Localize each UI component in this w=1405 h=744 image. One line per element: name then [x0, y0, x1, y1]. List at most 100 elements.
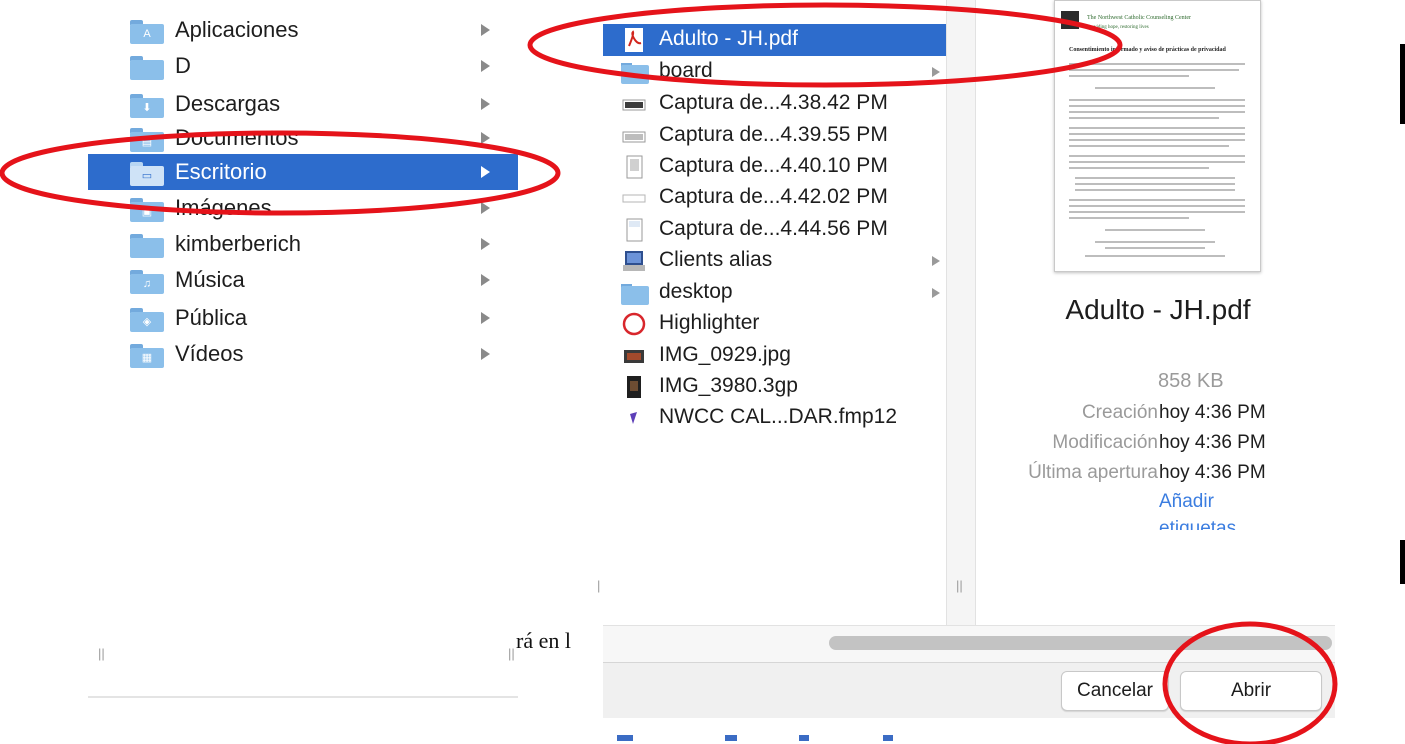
preview-file-size: 858 KB — [1158, 370, 1224, 392]
file-row-img-0929[interactable]: IMG_0929.jpg — [603, 340, 946, 372]
background-fragment — [725, 735, 737, 741]
file-row-label: Clients alias — [659, 248, 773, 271]
folder-icon — [621, 60, 649, 84]
preview-text-line — [1095, 241, 1215, 243]
preview-text-line — [1069, 199, 1245, 201]
horizontal-scrollbar[interactable] — [603, 625, 1335, 663]
meta-value-modificacion: hoy 4:36 PM — [1159, 432, 1266, 453]
preview-text-line — [1075, 177, 1235, 179]
chevron-right-icon — [932, 288, 940, 298]
preview-text-line — [1075, 183, 1235, 185]
meta-label-creacion: Creación — [1081, 402, 1158, 423]
column-resize-handle[interactable]: || — [508, 646, 515, 661]
preview-text-line — [1069, 217, 1189, 219]
preview-text-line — [1069, 167, 1209, 169]
screenshot-file-icon — [621, 186, 647, 210]
column-resize-handle[interactable]: | — [597, 578, 600, 593]
highlighter-app-icon — [621, 312, 647, 336]
folder-icon — [130, 56, 164, 80]
chevron-right-icon — [481, 166, 490, 178]
cancel-button[interactable]: Cancelar — [1061, 671, 1169, 711]
background-fragment — [883, 735, 893, 741]
file-row-board[interactable]: board — [603, 56, 946, 88]
preview-text-line — [1105, 229, 1205, 231]
file-row-captura-1[interactable]: Captura de...4.38.42 PM — [603, 88, 946, 120]
file-row-img-3980[interactable]: IMG_3980.3gp — [603, 371, 946, 403]
file-row-nwcc-calendar[interactable]: NWCC CAL...DAR.fmp12 — [603, 402, 946, 434]
file-row-label: board — [659, 59, 713, 82]
folder-row-label: Escritorio — [175, 159, 267, 184]
column-resize-handle[interactable]: || — [98, 646, 105, 661]
screenshot-file-icon — [621, 155, 647, 179]
preview-doc-subtitle: Providing hope, restoring lives — [1087, 25, 1149, 30]
background-edge-fragment — [1400, 540, 1405, 584]
chevron-right-icon — [481, 132, 490, 144]
folder-row-label: Imágenes — [175, 195, 272, 220]
filemaker-file-icon — [621, 406, 647, 430]
chevron-right-icon — [481, 202, 490, 214]
preview-text-line — [1069, 211, 1245, 213]
video-file-icon — [621, 375, 647, 399]
preview-text-line — [1095, 87, 1215, 89]
file-row-label: Captura de...4.44.56 PM — [659, 217, 888, 240]
folder-row-publica[interactable]: ◈ Pública — [88, 300, 518, 336]
folder-row-imagenes[interactable]: ▣ Imágenes — [88, 190, 518, 226]
scrollbar-thumb[interactable] — [829, 636, 1332, 650]
downloads-folder-icon: ⬇ — [130, 94, 164, 118]
left-folder-column: A Aplicaciones D ⬇ Descargas ▤ Documento… — [88, 0, 518, 672]
public-folder-icon: ◈ — [130, 308, 164, 332]
folder-row-descargas[interactable]: ⬇ Descargas — [88, 86, 518, 122]
preview-text-line — [1069, 63, 1245, 65]
preview-doc-title: The Northwest Catholic Counseling Center — [1087, 15, 1191, 21]
chevron-right-icon — [481, 274, 490, 286]
open-file-dialog: Adulto - JH.pdf board Captura de...4.38.… — [597, 0, 1335, 744]
preview-doc-heading: Consentimiento informado y aviso de prác… — [1069, 47, 1226, 53]
folder-row-aplicaciones[interactable]: A Aplicaciones — [88, 12, 518, 48]
column-resize-handle[interactable]: || — [956, 578, 963, 593]
preview-text-line — [1075, 189, 1235, 191]
alias-icon — [621, 249, 647, 273]
folder-row-d[interactable]: D — [88, 48, 518, 84]
file-row-label: IMG_3980.3gp — [659, 374, 798, 397]
folder-row-label: D — [175, 53, 191, 78]
add-tags-link-cont[interactable]: etiquetas — [1159, 516, 1236, 530]
add-tags-link[interactable]: Añadir — [1159, 491, 1214, 513]
folder-row-videos[interactable]: ▦ Vídeos — [88, 336, 518, 372]
open-button[interactable]: Abrir — [1180, 671, 1322, 711]
file-row-clients-alias[interactable]: Clients alias — [603, 245, 946, 277]
image-file-icon — [621, 344, 647, 368]
apps-folder-icon: A — [130, 20, 164, 44]
folder-row-kimberberich[interactable]: kimberberich — [88, 226, 518, 262]
music-folder-icon: ♫ — [130, 270, 164, 294]
preview-text-line — [1105, 247, 1205, 249]
preview-text-line — [1069, 69, 1239, 71]
preview-text-line — [1069, 155, 1245, 157]
preview-text-line — [1069, 205, 1245, 207]
folder-row-musica[interactable]: ♫ Música — [88, 262, 518, 298]
file-row-highlighter[interactable]: Highlighter — [603, 308, 946, 340]
file-row-label: Adulto - JH.pdf — [659, 27, 798, 50]
chevron-right-icon — [481, 60, 490, 72]
documents-folder-icon: ▤ — [130, 128, 164, 152]
file-row-captura-4[interactable]: Captura de...4.42.02 PM — [603, 182, 946, 214]
meta-value-creacion: hoy 4:36 PM — [1159, 402, 1266, 423]
file-row-adulto-jh-pdf[interactable]: Adulto - JH.pdf — [603, 24, 946, 56]
screenshot-file-icon — [621, 92, 647, 116]
folder-row-escritorio[interactable]: ▭ Escritorio — [88, 154, 518, 190]
preview-text-line — [1069, 117, 1219, 119]
file-row-captura-2[interactable]: Captura de...4.39.55 PM — [603, 120, 946, 152]
desktop-folder-icon: ▭ — [130, 162, 164, 186]
preview-text-line — [1069, 127, 1245, 129]
preview-text-line — [1069, 145, 1229, 147]
preview-text-line — [1069, 99, 1245, 101]
preview-text-line — [1085, 255, 1225, 257]
chevron-right-icon — [481, 238, 490, 250]
folder-row-documentos[interactable]: ▤ Documentos — [88, 120, 518, 156]
background-strip — [603, 718, 1335, 744]
file-row-captura-3[interactable]: Captura de...4.40.10 PM — [603, 151, 946, 183]
file-row-desktop[interactable]: desktop — [603, 277, 946, 309]
preview-text-line — [1069, 105, 1245, 107]
chevron-right-icon — [481, 98, 490, 110]
folder-row-label: Música — [175, 267, 245, 292]
file-row-captura-5[interactable]: Captura de...4.44.56 PM — [603, 214, 946, 246]
